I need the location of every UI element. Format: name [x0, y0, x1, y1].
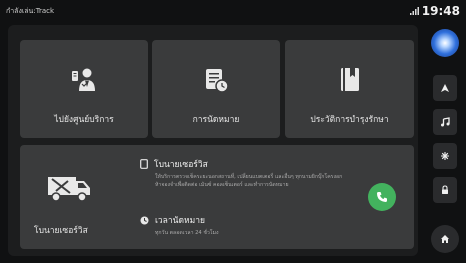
call-button[interactable] — [368, 183, 396, 211]
service-description: ให้บริการตรวจเช็คระยะนอกสถานที่, เปลี่ยน… — [155, 174, 343, 188]
service-info: โบนายเซอร์วิส ให้บริการตรวจเช็คระยะนอกสถ… — [140, 157, 345, 189]
concierge-service-tile[interactable]: โบนายเซอร์วิส โบนายเซอร์วิส ให้บริการตรว… — [20, 145, 414, 249]
main-panel: ไปยังศูนย์บริการ การนัดหมาย ประวัติการบำ… — [8, 25, 418, 256]
hours-info: เวลานัดหมาย ทุกวัน ตลอดเวลา 24 ชั่วโมง — [140, 213, 345, 238]
phone-call-icon — [377, 192, 387, 202]
clock-icon — [140, 216, 149, 224]
service-title-text: โบนายเซอร์วิส — [154, 160, 208, 170]
status-bar: กำลังเล่น:Track 19:48 — [0, 0, 466, 22]
appointment-tile[interactable]: การนัดหมาย — [152, 40, 280, 138]
appointment-label: การนัดหมาย — [192, 115, 240, 125]
home-icon — [441, 235, 449, 243]
service-center-tile[interactable]: ไปยังศูนย์บริการ — [20, 40, 148, 138]
now-playing-label: กำลังเล่น:Track — [6, 6, 55, 15]
concierge-label: โบนายเซอร์วิส — [34, 226, 88, 236]
music-button[interactable] — [433, 109, 457, 135]
voice-assistant-orb-icon[interactable] — [431, 29, 459, 57]
hours-description: ทุกวัน ตลอดเวลา 24 ชั่วโมง — [155, 230, 219, 236]
maintenance-book-icon — [340, 68, 359, 91]
status-right: 19:48 — [409, 4, 460, 18]
fan-icon — [441, 152, 449, 160]
home-button[interactable] — [431, 225, 459, 253]
maintenance-history-label: ประวัติการบำรุงรักษา — [310, 115, 389, 125]
appointment-clock-icon — [206, 69, 229, 93]
phone-device-icon — [140, 159, 148, 169]
clock: 19:48 — [421, 4, 460, 18]
service-person-icon — [72, 68, 95, 91]
hours-info-title: เวลานัดหมาย — [140, 213, 345, 227]
service-center-label: ไปยังศูนย์บริการ — [54, 115, 114, 125]
signal-strength-icon — [409, 7, 419, 15]
music-note-icon — [441, 117, 450, 127]
maintenance-history-tile[interactable]: ประวัติการบำรุงรักษา — [285, 40, 414, 138]
lock-icon — [442, 185, 448, 194]
climate-button[interactable] — [433, 143, 457, 169]
lock-button[interactable] — [433, 177, 457, 203]
service-van-icon — [48, 177, 90, 202]
service-info-title: โบนายเซอร์วิส — [140, 157, 345, 171]
navigation-button[interactable] — [433, 75, 457, 101]
hours-title-text: เวลานัดหมาย — [155, 216, 205, 226]
navigation-arrow-icon — [441, 84, 449, 92]
right-rail — [430, 25, 460, 256]
